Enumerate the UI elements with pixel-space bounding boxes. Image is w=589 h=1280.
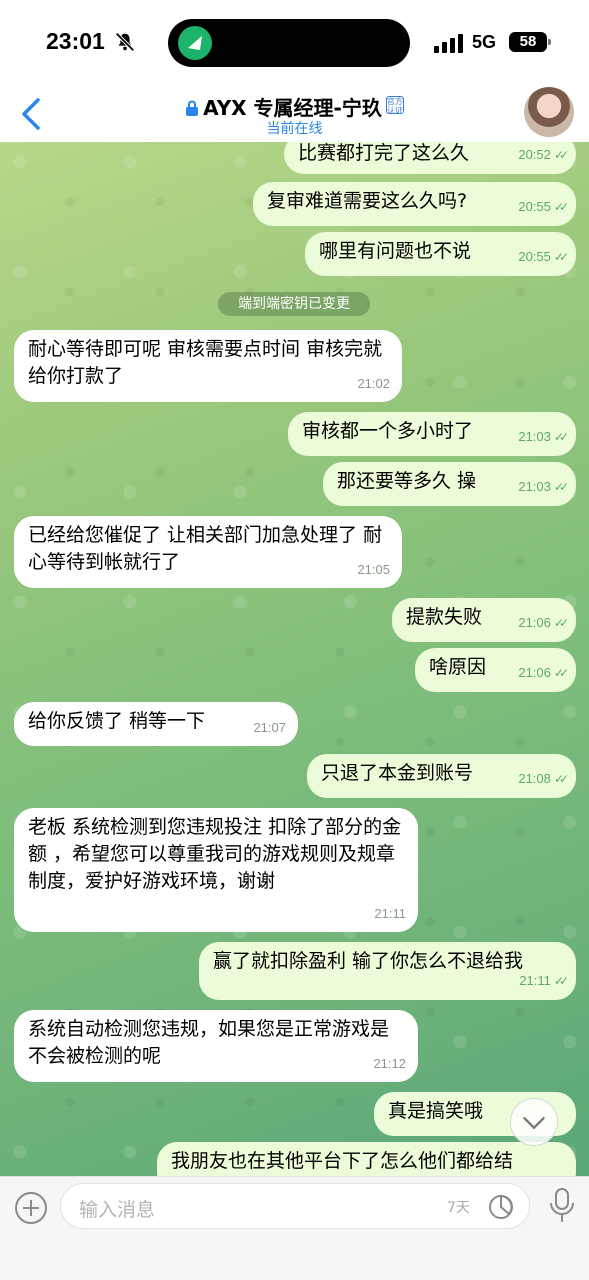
- message-time: 21:08: [518, 771, 551, 786]
- message-bubble-outgoing[interactable]: 哪里有问题也不说 20:55 ✓✓: [305, 232, 576, 276]
- message-time: 21:03: [518, 479, 551, 494]
- message-bubble-incoming[interactable]: 系统自动检测您违规，如果您是正常游戏是不会被检测的呢 21:12: [14, 1010, 418, 1082]
- read-checks-icon: ✓✓: [553, 148, 569, 162]
- message-bubble-outgoing[interactable]: 审核都一个多小时了 21:03 ✓✓: [288, 412, 576, 456]
- message-input[interactable]: 输入消息 7天: [60, 1183, 530, 1229]
- online-status: 当前在线: [266, 121, 323, 137]
- message-meta: 21:03 ✓✓: [518, 423, 569, 451]
- message-text: 只退了本金到账号: [321, 762, 474, 784]
- message-bubble-outgoing[interactable]: 啥原因 21:06 ✓✓: [415, 648, 576, 692]
- read-checks-icon: ✓✓: [553, 616, 569, 630]
- message-bubble-incoming[interactable]: 给你反馈了 稍等一下 21:07: [14, 702, 298, 746]
- message-bubble-outgoing[interactable]: 我朋友也在其他平台下了怎么他们都给结: [157, 1142, 576, 1176]
- message-bubble-outgoing[interactable]: 只退了本金到账号 21:08 ✓✓: [307, 754, 576, 798]
- message-text: 提款失败: [406, 606, 483, 628]
- bell-muted-icon: [115, 32, 135, 52]
- message-text: 已经给您催促了 让相关部门加急处理了 耐心等待到帐就行了: [28, 524, 383, 573]
- message-time: 21:03: [518, 429, 551, 444]
- message-meta: 21:08 ✓✓: [518, 765, 569, 793]
- message-text: 老板 系统检测到您违规投注 扣除了部分的金额 ，希望您可以尊重我司的游戏规则及规…: [28, 816, 402, 892]
- message-bubble-outgoing[interactable]: 提款失败 21:06 ✓✓: [392, 598, 576, 642]
- read-checks-icon: ✓✓: [553, 772, 569, 786]
- message-meta: 20:55 ✓✓: [518, 193, 569, 221]
- signal-icon: [434, 34, 463, 53]
- message-text: 耐心等待即可呢 审核需要点时间 审核完就给你打款了: [28, 338, 383, 387]
- message-meta: 21:06 ✓✓: [518, 609, 569, 637]
- read-checks-icon: ✓✓: [553, 250, 569, 264]
- system-notice: 端到端密钥已变更: [218, 292, 370, 316]
- app-activity-icon: [178, 26, 212, 60]
- message-meta: 21:06 ✓✓: [518, 659, 569, 687]
- chat-area[interactable]: 端到端密钥已变更 比赛都打完了这么久 20:52 ✓✓ 复审难道需要这么久吗? 2…: [0, 142, 589, 1176]
- message-text: 真是搞笑哦: [388, 1100, 484, 1122]
- message-time: 21:07: [253, 720, 286, 735]
- composer-bar: 输入消息 7天: [0, 1176, 589, 1280]
- message-bubble-outgoing[interactable]: 比赛都打完了这么久 20:52 ✓✓: [284, 142, 576, 174]
- message-text: 啥原因: [429, 656, 487, 678]
- auto-delete-timer-icon[interactable]: [487, 1193, 515, 1221]
- message-bubble-incoming[interactable]: 耐心等待即可呢 审核需要点时间 审核完就给你打款了 21:02: [14, 330, 402, 402]
- message-bubble-incoming[interactable]: 老板 系统检测到您违规投注 扣除了部分的金额 ，希望您可以尊重我司的游戏规则及规…: [14, 808, 418, 932]
- network-type: 5G: [472, 32, 497, 52]
- chat-title: AYX 专属经理-宁玖: [203, 96, 382, 120]
- message-text: 审核都一个多小时了: [302, 420, 474, 442]
- message-text: 我朋友也在其他平台下了怎么他们都给结: [171, 1150, 514, 1172]
- message-bubble-incoming[interactable]: 已经给您催促了 让相关部门加急处理了 耐心等待到帐就行了 21:05: [14, 516, 402, 588]
- scroll-down-button[interactable]: [510, 1098, 558, 1146]
- chat-header: AYX 专属经理-宁玖 官方认证 当前在线: [0, 87, 589, 142]
- message-input-placeholder: 输入消息: [79, 1199, 156, 1221]
- lock-icon: [186, 100, 199, 116]
- message-time: 21:06: [518, 615, 551, 630]
- read-checks-icon: ✓✓: [553, 480, 569, 494]
- message-meta: 20:52 ✓✓: [518, 142, 569, 169]
- message-meta: 21:11 ✓✓: [519, 967, 569, 995]
- message-text: 比赛都打完了这么久: [298, 142, 470, 164]
- message-bubble-outgoing[interactable]: 复审难道需要这么久吗? 20:55 ✓✓: [253, 182, 576, 226]
- verified-badge: 官方认证: [385, 96, 404, 115]
- clock: 23:01: [46, 28, 105, 54]
- message-bubble-outgoing[interactable]: 赢了就扣除盈利 输了你怎么不退给我 21:11 ✓✓: [199, 942, 576, 1000]
- message-text: 给你反馈了 稍等一下: [28, 710, 206, 732]
- message-text: 系统自动检测您违规，如果您是正常游戏是不会被检测的呢: [28, 1018, 390, 1067]
- message-time: 21:02: [357, 376, 390, 391]
- message-meta: 21:03 ✓✓: [518, 473, 569, 501]
- microphone-button[interactable]: [548, 1187, 576, 1225]
- chat-title-row[interactable]: AYX 专属经理-宁玖 官方认证: [0, 92, 589, 121]
- message-time: 20:55: [518, 249, 551, 264]
- message-text: 哪里有问题也不说: [319, 240, 472, 262]
- message-time: 21:11: [519, 973, 551, 988]
- auto-delete-label: 7天: [447, 1200, 470, 1216]
- status-bar: 23:01 5G 58: [0, 0, 589, 88]
- message-meta: 20:55 ✓✓: [518, 243, 569, 271]
- read-checks-icon: ✓✓: [553, 974, 569, 988]
- message-bubble-outgoing[interactable]: 那还要等多久 操 21:03 ✓✓: [323, 462, 576, 506]
- read-checks-icon: ✓✓: [553, 430, 569, 444]
- message-text: 赢了就扣除盈利 输了你怎么不退给我: [213, 950, 524, 972]
- attach-button[interactable]: [14, 1191, 48, 1225]
- message-time: 20:55: [518, 199, 551, 214]
- read-checks-icon: ✓✓: [553, 200, 569, 214]
- read-checks-icon: ✓✓: [553, 666, 569, 680]
- message-time: 21:05: [357, 562, 390, 577]
- dynamic-island: [168, 19, 410, 67]
- message-text: 复审难道需要这么久吗?: [267, 190, 468, 212]
- message-time: 21:06: [518, 665, 551, 680]
- message-text: 那还要等多久 操: [337, 470, 477, 492]
- avatar[interactable]: [524, 87, 574, 137]
- message-time: 21:11: [374, 906, 406, 921]
- battery-indicator: 58: [509, 32, 551, 52]
- message-time: 21:12: [373, 1056, 406, 1071]
- message-time: 20:52: [518, 147, 551, 162]
